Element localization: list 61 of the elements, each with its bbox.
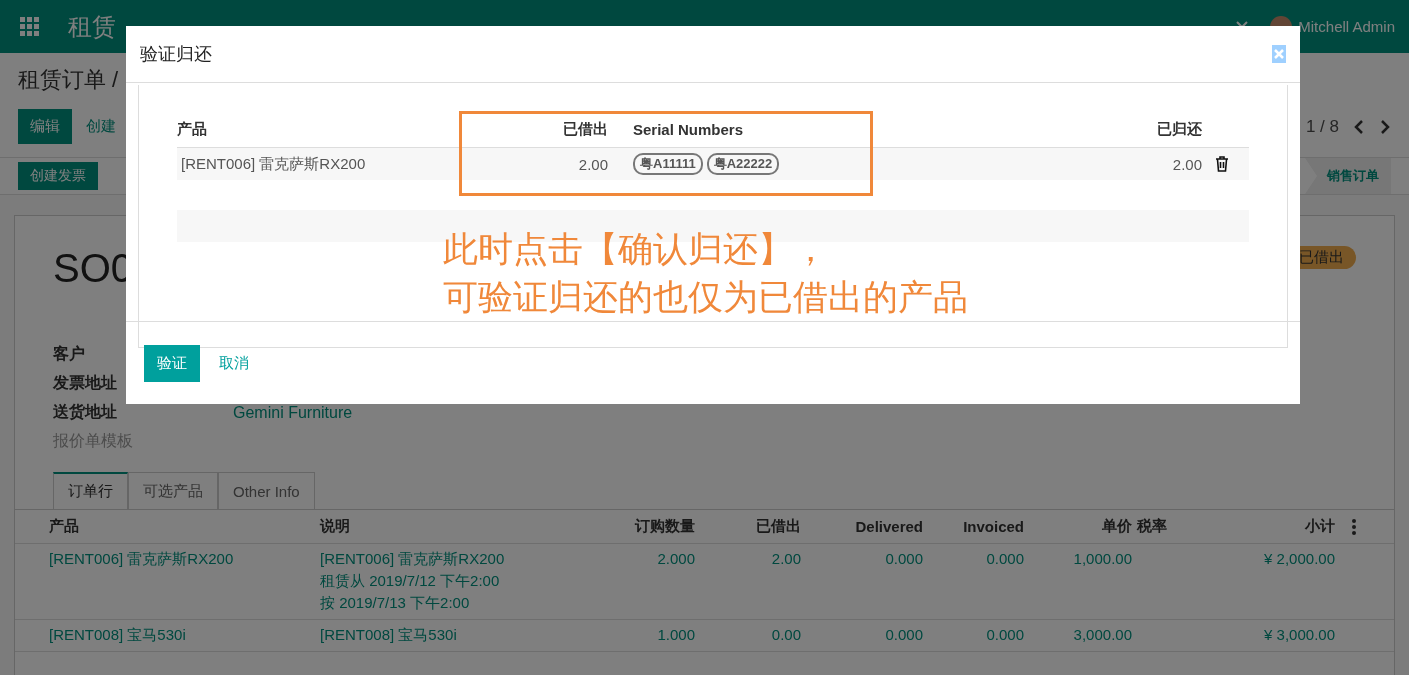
column-header: 产品 <box>177 120 208 139</box>
column-header: 已借出 <box>562 120 609 139</box>
column-header[interactable]: 小计 <box>1177 517 1340 536</box>
table-cell-text: [RENT006] 雷克萨斯RX200 <box>180 154 367 174</box>
pager-counter: 1 / 8 <box>1305 116 1339 137</box>
table-cell-text: 按 2019/7/13 下午2:00 <box>320 594 471 613</box>
annotation-text: 可验证归还的也仅为已借出的产品 <box>443 276 968 318</box>
field-value-link[interactable]: Gemini Furniture <box>233 403 353 422</box>
table-cell-text: 0.00 <box>770 626 802 643</box>
tab[interactable]: 可选产品 <box>128 472 218 509</box>
more-options-icon[interactable] <box>1352 518 1356 535</box>
breadcrumb: 租赁订单 / <box>18 66 120 94</box>
table-cell-text: 1,000.00 <box>1072 550 1133 567</box>
field-label: 发票地址 <box>53 373 117 393</box>
table-cell-text: ¥ 2,000.00 <box>1263 550 1336 567</box>
table-cell-text: [RENT008] 宝马530i <box>320 626 458 645</box>
dialog-title: 验证归还 <box>140 43 212 66</box>
table-cell-text: 0.000 <box>884 550 924 567</box>
serial-number-tag: 粤A11111 <box>633 153 703 175</box>
serial-number-tag: 粤A22222 <box>706 153 780 175</box>
apps-grid-icon[interactable] <box>20 16 40 37</box>
column-header[interactable]: 说明 <box>320 517 570 536</box>
table-cell-text: 2.00 <box>577 155 609 173</box>
column-header[interactable]: 订购数量 <box>570 517 700 536</box>
table-cell-text: 2.000 <box>656 550 696 567</box>
cancel-button[interactable]: 取消 <box>206 344 262 382</box>
tab[interactable]: Other Info <box>218 472 315 509</box>
create-button[interactable]: 创建 <box>82 109 120 144</box>
user-name[interactable]: Mitchell Admin <box>1298 18 1395 35</box>
column-header[interactable]: Delivered <box>806 518 928 535</box>
column-header[interactable]: 税率 <box>1137 517 1177 536</box>
field-label: 送货地址 <box>53 402 117 423</box>
field-label: 客户 <box>53 344 85 364</box>
column-header[interactable]: 产品 <box>49 517 320 536</box>
table-cell-text: ¥ 3,000.00 <box>1263 626 1336 643</box>
table-cell-text: 租赁从 2019/7/12 下午2:00 <box>320 572 501 591</box>
table-cell-text: [RENT008] 宝马530i <box>49 626 187 645</box>
app-title: 租赁 <box>68 11 116 42</box>
tab[interactable]: 订单行 <box>53 472 128 509</box>
column-header[interactable]: Invoiced <box>928 518 1029 535</box>
table-cell-text: 2.00 <box>1171 155 1203 173</box>
table-cell-text: [RENT006] 雷克萨斯RX200 <box>320 550 506 569</box>
column-header[interactable]: 单价 <box>1029 517 1137 536</box>
status-stage[interactable]: 销售订单 <box>1305 158 1391 194</box>
previous-icon[interactable] <box>1353 119 1365 134</box>
table-cell-text: [RENT006] 雷克萨斯RX200 <box>49 550 235 569</box>
edit-button[interactable]: 编辑 <box>18 109 72 144</box>
table-cell-text: 0.000 <box>884 626 924 643</box>
table-cell-text: 3,000.00 <box>1072 626 1133 643</box>
column-header: Serial Numbers <box>632 121 745 138</box>
next-icon[interactable] <box>1379 119 1391 134</box>
validate-button[interactable]: 验证 <box>144 344 200 382</box>
table-cell-text: 0.000 <box>985 550 1025 567</box>
annotation-text: 此时点击【确认归还】， <box>443 228 829 270</box>
table-cell-text: 0.000 <box>985 626 1025 643</box>
column-header[interactable]: 已借出 <box>700 517 806 536</box>
table-cell-text: 2.00 <box>770 550 802 567</box>
create-invoice-button[interactable]: 创建发票 <box>18 162 98 190</box>
table-cell-text: 1.000 <box>656 626 696 643</box>
column-header: 已归还 <box>1156 120 1203 139</box>
trash-icon[interactable] <box>1215 156 1229 172</box>
